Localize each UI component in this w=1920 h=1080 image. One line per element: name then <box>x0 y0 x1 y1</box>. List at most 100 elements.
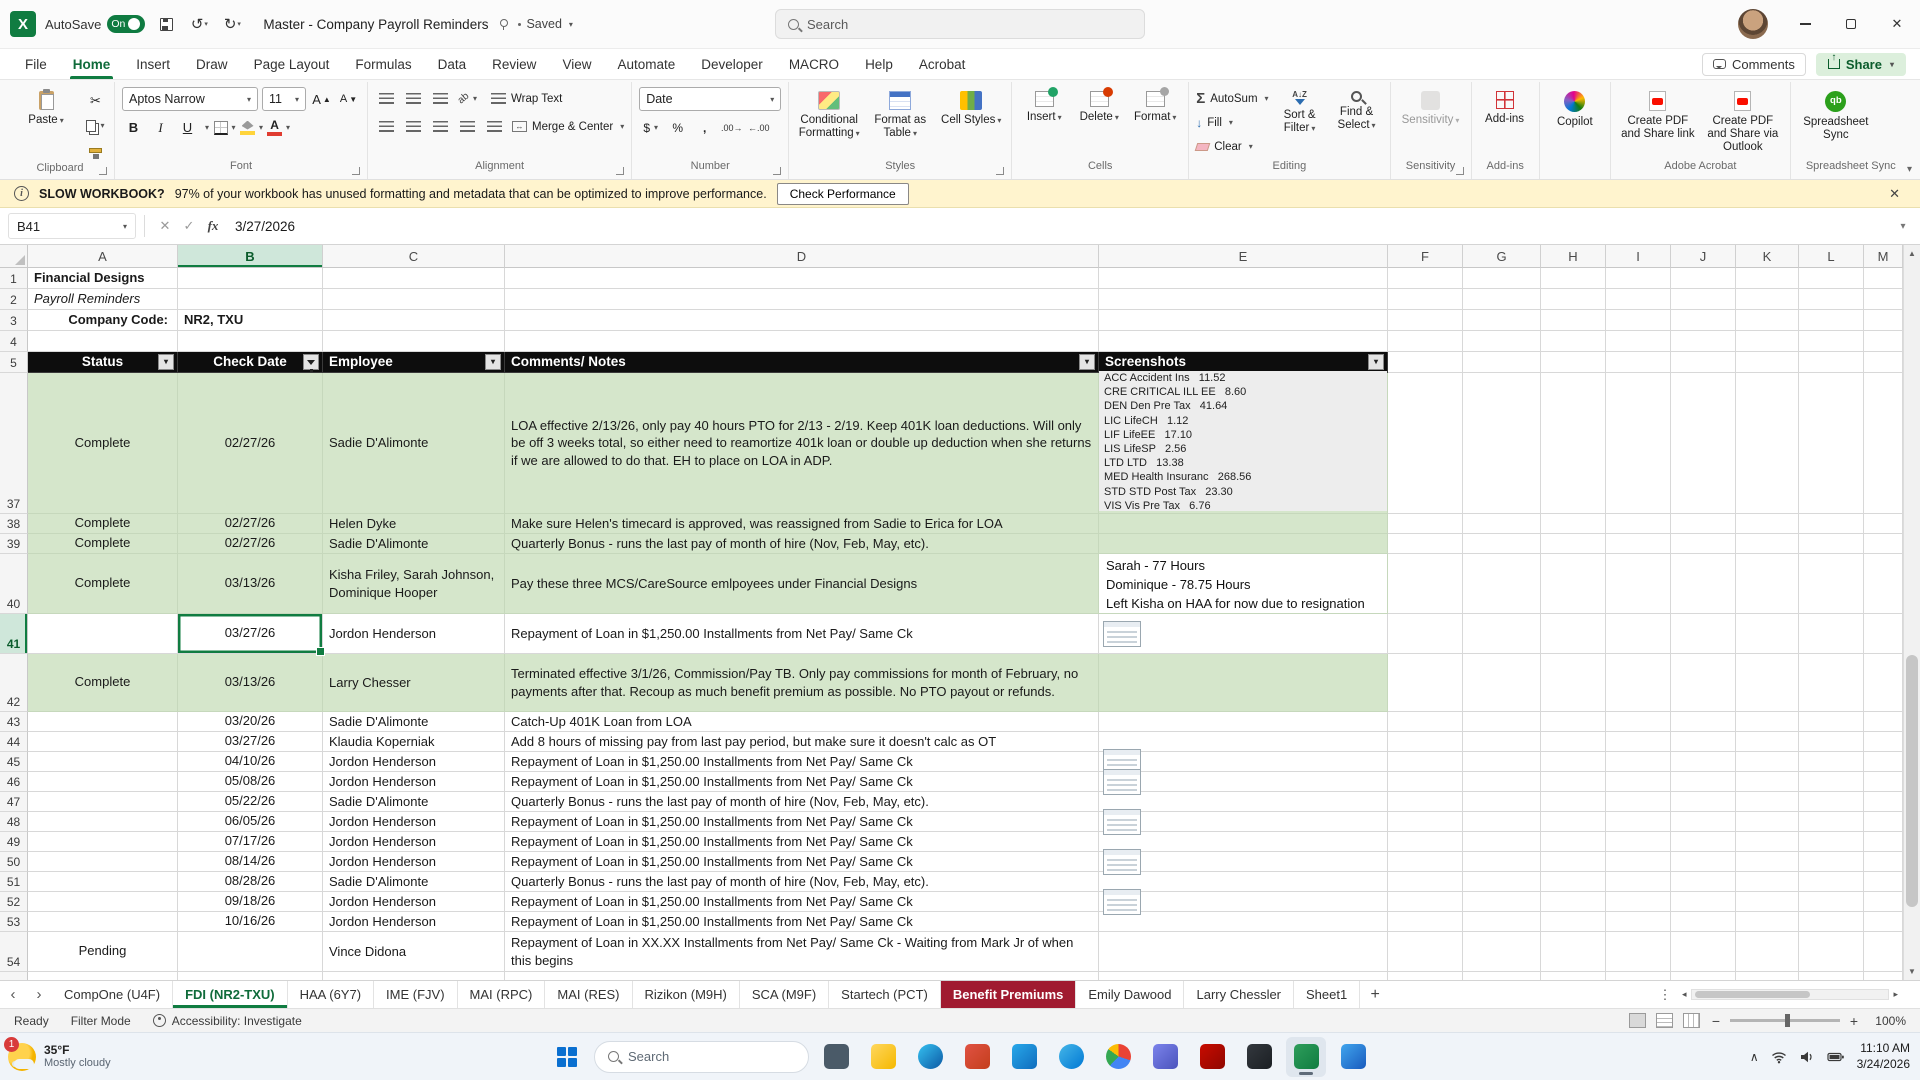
cell-j[interactable] <box>1671 654 1736 712</box>
cell-status-44[interactable] <box>28 732 178 752</box>
sensitivity-dialog-launcher[interactable] <box>1455 167 1464 175</box>
merge-center-button[interactable]: ↔ Merge & Center ▾ <box>512 115 624 138</box>
cell-h[interactable] <box>1541 310 1606 331</box>
cell-f[interactable] <box>1388 772 1463 792</box>
alignment-dialog-launcher[interactable] <box>616 167 625 175</box>
filter-button-employee[interactable]: ▾ <box>485 354 501 370</box>
collapse-ribbon-button[interactable]: ▾ <box>1907 164 1912 175</box>
cell-employee-50[interactable]: Jordon Henderson <box>323 852 505 872</box>
cell-date-43[interactable]: 03/20/26 <box>178 712 323 732</box>
cell-date-37[interactable]: 02/27/26 <box>178 373 323 514</box>
cell-notes-39[interactable]: Quarterly Bonus - runs the last pay of m… <box>505 534 1099 554</box>
cell-f[interactable] <box>1388 752 1463 772</box>
cell-k[interactable] <box>1736 514 1799 534</box>
cell-employee-52[interactable]: Jordon Henderson <box>323 892 505 912</box>
ribbon-tab-developer[interactable]: Developer <box>688 49 776 79</box>
ribbon-tab-macro[interactable]: MACRO <box>776 49 852 79</box>
cell-date-52[interactable]: 09/18/26 <box>178 892 323 912</box>
cell-d[interactable] <box>505 268 1099 289</box>
cell-h[interactable] <box>1541 772 1606 792</box>
row-header-45[interactable]: 45 <box>0 752 28 772</box>
cell-status-37[interactable]: Complete <box>28 373 178 514</box>
cell-j[interactable] <box>1671 892 1736 912</box>
cell-g[interactable] <box>1463 932 1541 972</box>
screenshot-thumbnail[interactable] <box>1103 848 1141 875</box>
cell-f[interactable] <box>1388 832 1463 852</box>
cell-h[interactable] <box>1541 852 1606 872</box>
cell-j[interactable] <box>1671 852 1736 872</box>
expand-formula-bar-button[interactable]: ▾ <box>1886 221 1920 232</box>
normal-view-button[interactable] <box>1629 1013 1646 1028</box>
cell-screenshots-49[interactable] <box>1099 832 1388 852</box>
cell-m[interactable] <box>1864 752 1903 772</box>
column-header-d[interactable]: D <box>505 245 1099 268</box>
cell-m[interactable] <box>1864 972 1903 980</box>
increase-indent-button[interactable] <box>483 115 506 138</box>
page-layout-view-button[interactable] <box>1656 1013 1673 1028</box>
cell-h[interactable] <box>1541 912 1606 932</box>
taskbar-teams-icon[interactable] <box>1145 1037 1185 1077</box>
cell-k[interactable] <box>1736 534 1799 554</box>
cell-d[interactable] <box>505 331 1099 352</box>
cell-j[interactable] <box>1671 712 1736 732</box>
cell-employee-48[interactable]: Jordon Henderson <box>323 812 505 832</box>
cell-i[interactable] <box>1606 373 1671 514</box>
cell-j[interactable] <box>1671 972 1736 980</box>
conditional-formatting-button[interactable]: Conditional Formatting ▾ <box>796 87 862 140</box>
row-header-42[interactable]: 42 <box>0 654 28 712</box>
column-header-j[interactable]: J <box>1671 245 1736 268</box>
find-select-button[interactable]: Find & Select ▾ <box>1331 87 1383 132</box>
sheet-tab-larry-chessler[interactable]: Larry Chessler <box>1184 981 1295 1008</box>
cell-i[interactable] <box>1606 514 1671 534</box>
cell-status-41[interactable] <box>28 614 178 654</box>
cell-i[interactable] <box>1606 268 1671 289</box>
sheet-tab-startech-pct[interactable]: Startech (PCT) <box>829 981 941 1008</box>
vertical-scrollbar[interactable]: ▲ ▼ <box>1903 245 1920 980</box>
sheet-tab-ime-fjv[interactable]: IME (FJV) <box>374 981 458 1008</box>
font-dialog-launcher[interactable] <box>352 167 360 175</box>
orientation-button[interactable]: ab ▾ <box>456 87 479 110</box>
sheet-tab-sheet1[interactable]: Sheet1 <box>1294 981 1361 1008</box>
cell-d[interactable] <box>505 972 1099 980</box>
cell-f[interactable] <box>1388 514 1463 534</box>
cell-h[interactable] <box>1541 792 1606 812</box>
cell-f[interactable] <box>1388 534 1463 554</box>
cell-screenshots-42[interactable] <box>1099 654 1388 712</box>
cell-i[interactable] <box>1606 912 1671 932</box>
horizontal-scroll-thumb[interactable] <box>1695 991 1810 998</box>
cell-g[interactable] <box>1463 373 1541 514</box>
cell-h[interactable] <box>1541 872 1606 892</box>
cell-a1[interactable]: Financial Designs <box>28 268 178 289</box>
cell-c[interactable] <box>323 268 505 289</box>
row-header-40[interactable]: 40 <box>0 554 28 614</box>
cell-h[interactable] <box>1541 289 1606 310</box>
cell-screenshots-43[interactable] <box>1099 712 1388 732</box>
row-header-48[interactable]: 48 <box>0 812 28 832</box>
formula-input[interactable]: 3/27/2026 <box>225 219 1886 234</box>
cell-k[interactable] <box>1736 852 1799 872</box>
cell-k[interactable] <box>1736 614 1799 654</box>
cell-l[interactable] <box>1799 554 1864 614</box>
redo-button[interactable]: ↻ ▾ <box>220 12 244 36</box>
cell-notes-40[interactable]: Pay these three MCS/CareSource emlpoyees… <box>505 554 1099 614</box>
vertical-scroll-track[interactable] <box>1904 262 1920 963</box>
cell-g[interactable] <box>1463 852 1541 872</box>
cell-screenshots-52[interactable] <box>1099 888 1388 915</box>
cell-j[interactable] <box>1671 331 1736 352</box>
insert-cells-button[interactable]: Insert ▾ <box>1019 87 1069 124</box>
header-cell-status[interactable]: Status ▾ <box>28 352 178 373</box>
cell-j[interactable] <box>1671 772 1736 792</box>
column-header-f[interactable]: F <box>1388 245 1463 268</box>
start-button[interactable] <box>547 1037 587 1077</box>
ribbon-tab-acrobat[interactable]: Acrobat <box>906 49 979 79</box>
cell-k[interactable] <box>1736 310 1799 331</box>
cell-notes-49[interactable]: Repayment of Loan in $1,250.00 Installme… <box>505 832 1099 852</box>
number-format-select[interactable]: Date ▾ <box>639 87 782 111</box>
row-header-38[interactable]: 38 <box>0 514 28 534</box>
zoom-slider[interactable] <box>1730 1014 1840 1027</box>
cell-d[interactable] <box>505 289 1099 310</box>
cell-date-46[interactable]: 05/08/26 <box>178 772 323 792</box>
volume-icon[interactable] <box>1799 1049 1815 1065</box>
dismiss-notification-button[interactable]: ✕ <box>1883 186 1906 202</box>
italic-button[interactable]: I <box>149 116 172 139</box>
